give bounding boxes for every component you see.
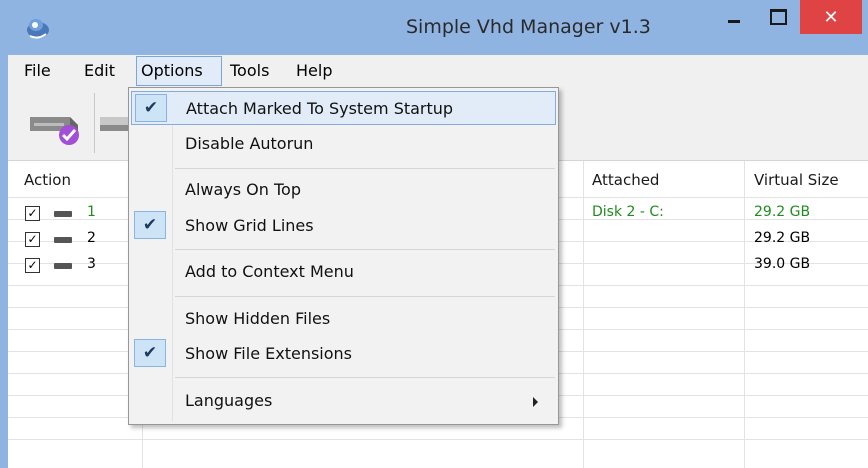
menu-item-label: Show Grid Lines xyxy=(185,216,314,235)
row-number: 1 xyxy=(87,204,96,220)
cell-virtual-size: 29.2 GB xyxy=(754,230,811,246)
menu-item-label: Add to Context Menu xyxy=(185,262,354,281)
menu-bar: File Edit Options Tools Help xyxy=(8,55,868,87)
menu-help[interactable]: Help xyxy=(296,61,332,80)
menu-item-attach-startup[interactable]: ✔ Attach Marked To System Startup xyxy=(131,91,556,125)
menu-edit[interactable]: Edit xyxy=(84,61,115,80)
menu-separator xyxy=(175,168,555,169)
cell-virtual-size: 39.0 GB xyxy=(754,256,811,272)
menu-separator xyxy=(175,377,555,378)
menu-item-show-file-extensions[interactable]: ✔ Show File Extensions xyxy=(131,337,556,371)
cell-attached: Disk 2 - C: xyxy=(592,204,664,220)
maximize-icon xyxy=(769,9,787,25)
column-header-virtual-size[interactable]: Virtual Size xyxy=(754,171,839,189)
menu-item-languages[interactable]: Languages xyxy=(131,384,556,418)
menu-item-show-grid-lines[interactable]: ✔ Show Grid Lines xyxy=(131,209,556,243)
grid-line xyxy=(8,439,868,440)
menu-item-show-hidden-files[interactable]: Show Hidden Files xyxy=(131,302,556,336)
row-number: 3 xyxy=(87,256,96,272)
menu-item-label: Always On Top xyxy=(185,180,301,199)
check-icon: ✔ xyxy=(134,339,166,367)
window-title: Simple Vhd Manager v1.3 xyxy=(406,16,651,38)
menu-item-disable-autorun[interactable]: Disable Autorun xyxy=(131,127,556,161)
app-logo-icon xyxy=(27,19,49,39)
menu-options[interactable]: Options xyxy=(141,61,203,80)
disk-attach-icon[interactable] xyxy=(26,95,84,151)
menu-item-add-context-menu[interactable]: Add to Context Menu xyxy=(131,255,556,289)
menu-item-always-on-top[interactable]: Always On Top xyxy=(131,173,556,207)
menu-separator xyxy=(175,249,555,250)
close-button[interactable]: ✕ xyxy=(800,0,862,34)
check-icon: ✔ xyxy=(134,211,166,239)
cell-virtual-size: 29.2 GB xyxy=(754,204,811,220)
menu-file[interactable]: File xyxy=(24,61,51,80)
menu-item-label: Languages xyxy=(185,391,273,410)
drive-icon xyxy=(54,211,72,217)
menu-item-label: Show Hidden Files xyxy=(185,309,331,328)
minimize-icon xyxy=(728,19,740,23)
row-checkbox[interactable]: ✓ xyxy=(25,258,40,273)
column-header-action[interactable]: Action xyxy=(24,171,71,189)
row-checkbox[interactable]: ✓ xyxy=(25,206,40,221)
column-header-attached[interactable]: Attached xyxy=(592,171,659,189)
menu-separator xyxy=(175,296,555,297)
menu-item-label: Attach Marked To System Startup xyxy=(186,99,454,118)
menu-item-label: Show File Extensions xyxy=(185,344,352,363)
drive-icon xyxy=(54,237,72,243)
close-icon: ✕ xyxy=(823,6,839,28)
options-dropdown-menu: ✔ Attach Marked To System Startup Disabl… xyxy=(128,87,559,425)
menu-item-label: Disable Autorun xyxy=(185,134,314,153)
check-icon: ✔ xyxy=(135,94,167,122)
menu-tools[interactable]: Tools xyxy=(230,61,269,80)
row-number: 2 xyxy=(87,230,96,246)
drive-icon xyxy=(54,263,72,269)
toolbar-separator xyxy=(94,93,95,153)
title-bar[interactable]: Simple Vhd Manager v1.3 ✕ xyxy=(0,0,868,55)
submenu-arrow-icon xyxy=(533,397,538,407)
row-checkbox[interactable]: ✓ xyxy=(25,232,40,247)
minimize-button[interactable] xyxy=(712,0,756,34)
maximize-button[interactable] xyxy=(757,0,799,34)
